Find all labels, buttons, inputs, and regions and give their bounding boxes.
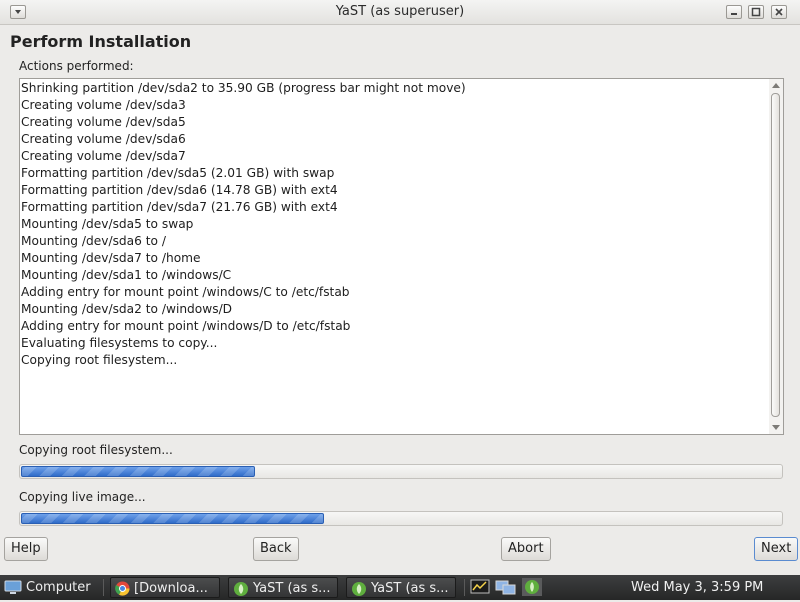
log-line: Creating volume /dev/sda6	[21, 132, 186, 146]
computer-icon	[4, 580, 22, 594]
yast-icon	[234, 581, 248, 596]
maximize-button[interactable]	[748, 5, 764, 19]
log-line: Mounting /dev/sda1 to /windows/C	[21, 268, 232, 282]
network-icon	[495, 580, 516, 595]
maximize-icon	[751, 7, 761, 17]
log-line: Formatting partition /dev/sda5 (2.01 GB)…	[21, 166, 335, 180]
close-icon	[775, 8, 783, 16]
scroll-down-icon[interactable]	[772, 425, 780, 430]
log-line: Creating volume /dev/sda7	[21, 149, 186, 163]
log-scrollbar[interactable]	[769, 79, 783, 434]
actions-label: Actions performed:	[19, 59, 134, 73]
log-line: Creating volume /dev/sda3	[21, 98, 186, 112]
task-label: YaST (as s...	[371, 581, 449, 596]
close-button[interactable]	[771, 5, 787, 19]
log-lines: Shrinking partition /dev/sda2 to 35.90 G…	[21, 80, 466, 369]
log-line: Creating volume /dev/sda5	[21, 115, 186, 129]
window-titlebar: YaST (as superuser)	[0, 0, 800, 25]
task-label: YaST (as s...	[253, 581, 331, 596]
taskbar-task-yast-2[interactable]: YaST (as s...	[346, 577, 456, 598]
task-label: [Downloa...	[134, 581, 208, 596]
page-title: Perform Installation	[10, 32, 192, 51]
minimize-icon	[731, 13, 737, 15]
scroll-up-icon[interactable]	[772, 83, 780, 88]
log-line: Copying root filesystem...	[21, 353, 178, 367]
taskbar-separator	[464, 579, 465, 596]
window-title: YaST (as superuser)	[335, 4, 465, 19]
progress-bar-live	[19, 511, 783, 526]
log-line: Adding entry for mount point /windows/C …	[21, 285, 350, 299]
chrome-icon	[115, 581, 130, 596]
start-menu-label: Computer	[26, 580, 91, 595]
actions-log[interactable]: Shrinking partition /dev/sda2 to 35.90 G…	[19, 78, 784, 435]
update-icon	[522, 578, 542, 596]
log-line: Mounting /dev/sda6 to /	[21, 234, 166, 248]
yast-icon	[352, 581, 366, 596]
clock[interactable]: Wed May 3, 3:59 PM	[631, 578, 763, 597]
scrollbar-thumb[interactable]	[771, 93, 780, 417]
taskbar-task-browser[interactable]: [Downloa...	[110, 577, 220, 598]
taskbar-task-yast-1[interactable]: YaST (as s...	[228, 577, 338, 598]
log-line: Evaluating filesystems to copy...	[21, 336, 218, 350]
log-line: Mounting /dev/sda7 to /home	[21, 251, 201, 265]
log-line: Mounting /dev/sda5 to swap	[21, 217, 194, 231]
system-monitor-tray[interactable]	[470, 579, 490, 598]
progress-fill-live	[21, 513, 324, 524]
log-line: Shrinking partition /dev/sda2 to 35.90 G…	[21, 81, 466, 95]
next-button[interactable]: Next	[754, 537, 799, 561]
back-button[interactable]: Back	[253, 537, 299, 561]
help-button[interactable]: Help	[4, 537, 48, 561]
progress-fill-root	[21, 466, 256, 477]
update-tray[interactable]	[522, 578, 542, 597]
abort-button[interactable]: Abort	[501, 537, 551, 561]
progress-label-live: Copying live image...	[19, 490, 146, 504]
taskbar-separator	[103, 579, 104, 596]
taskbar: Computer [Downloa... YaST (as s... YaST …	[0, 575, 800, 600]
system-monitor-icon	[470, 579, 490, 594]
log-line: Mounting /dev/sda2 to /windows/D	[21, 302, 233, 316]
network-tray[interactable]	[495, 579, 517, 598]
minimize-button[interactable]	[726, 5, 742, 19]
progress-bar-root	[19, 464, 783, 479]
progress-label-root: Copying root filesystem...	[19, 443, 173, 457]
start-menu-button[interactable]: Computer	[4, 578, 91, 597]
log-line: Formatting partition /dev/sda7 (21.76 GB…	[21, 200, 338, 214]
log-line: Adding entry for mount point /windows/D …	[21, 319, 351, 333]
log-line: Formatting partition /dev/sda6 (14.78 GB…	[21, 183, 338, 197]
